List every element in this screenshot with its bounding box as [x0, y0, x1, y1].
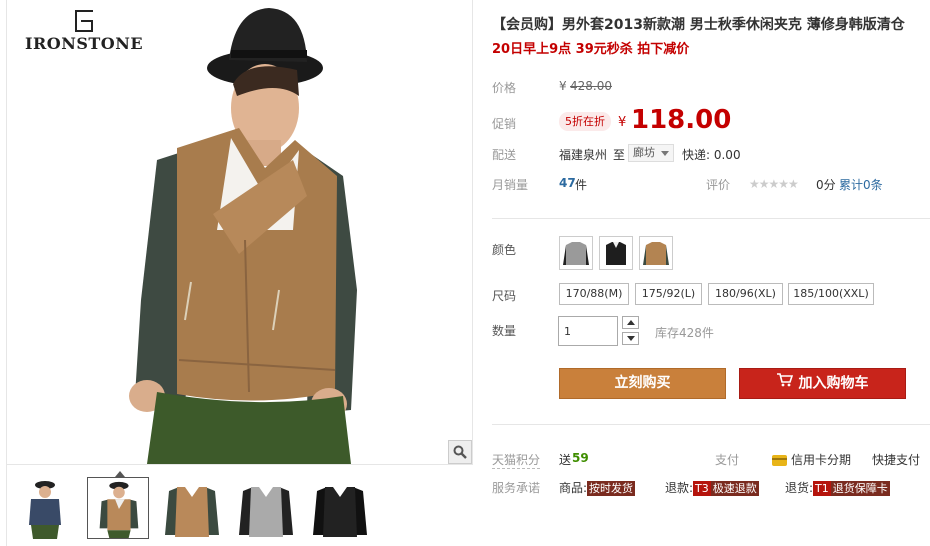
divider	[492, 424, 930, 425]
monthly-sales-count: 47	[559, 176, 576, 190]
cart-icon	[776, 369, 793, 398]
magnifier-icon	[453, 445, 467, 459]
brand-mark-icon	[75, 10, 93, 32]
product-gallery: IRONSTONE	[6, 0, 473, 546]
khaki-jacket-icon	[643, 242, 669, 265]
service-promise-label: 服务承诺	[492, 481, 541, 495]
color-label: 颜色	[492, 243, 517, 257]
thumbnail-4[interactable]	[235, 477, 297, 539]
quantity-increase-button[interactable]	[622, 316, 639, 329]
buy-now-label: 立刻购买	[614, 375, 671, 391]
promo-currency: ¥	[618, 115, 627, 130]
black-jacket-icon	[606, 242, 626, 265]
review-score: 0分	[816, 178, 836, 192]
promo-price: 118.00	[631, 105, 732, 135]
size-option-xxl[interactable]: 185/100(XXL)	[788, 283, 874, 305]
thumbnail-2[interactable]	[87, 471, 149, 539]
quantity-decrease-button[interactable]	[622, 332, 639, 345]
review-total-link[interactable]: 累计0条	[839, 176, 883, 193]
thumbnail-image	[165, 487, 219, 537]
original-price: 428.00	[570, 79, 612, 93]
original-currency: ¥	[559, 79, 567, 93]
monthly-sales-unit: 件	[575, 178, 588, 192]
points-value: 59	[572, 451, 589, 465]
shipping-to: 至	[613, 148, 626, 162]
review-label: 评价	[706, 178, 731, 192]
thumbnail-5[interactable]	[309, 477, 371, 539]
service-goods: 商品: 按时发货	[559, 479, 636, 496]
color-option-gray[interactable]	[559, 236, 593, 270]
size-option-l[interactable]: 175/92(L)	[635, 283, 702, 305]
promo-price-label: 促销	[492, 117, 517, 131]
stock-count: 库存428件	[655, 326, 714, 340]
credit-installment-label: 信用卡分期	[791, 453, 852, 467]
thumbnail-1[interactable]	[13, 477, 75, 539]
buy-now-button[interactable]: 立刻购买	[559, 368, 726, 399]
service-refund: 退款: T3 极速退款	[665, 479, 759, 496]
add-to-cart-label: 加入购物车	[798, 375, 869, 392]
quantity-input[interactable]	[558, 316, 618, 346]
thumbnail-3[interactable]	[161, 477, 223, 539]
thumbnail-image	[29, 481, 61, 539]
active-thumb-caret	[115, 471, 125, 477]
size-option-xl[interactable]: 180/96(XL)	[708, 283, 783, 305]
gray-jacket-icon	[563, 242, 589, 265]
main-product-photo[interactable]: IRONSTONE	[7, 0, 473, 464]
rating-stars-icon: ★★★★★	[749, 177, 799, 191]
model-illustration	[129, 8, 357, 464]
monthly-sales-label: 月销量	[492, 178, 529, 192]
shipping-origin: 福建泉州	[559, 148, 608, 162]
thumbnail-image	[313, 487, 367, 537]
thumbnail-image	[239, 487, 293, 537]
chevron-down-icon	[661, 151, 669, 156]
return-label: 退货:	[785, 481, 814, 495]
credit-card-icon	[772, 455, 787, 466]
promo-tag: 5折在折	[559, 112, 611, 131]
destination-value: 廊坊	[633, 146, 655, 159]
color-option-black[interactable]	[599, 236, 633, 270]
thumbnail-strip	[7, 464, 473, 546]
destination-select[interactable]: 廊坊	[628, 144, 674, 162]
size-label: 尺码	[492, 289, 517, 303]
chevron-down-icon	[626, 336, 635, 341]
brand-logo: IRONSTONE	[19, 10, 149, 53]
product-title: 【会员购】男外套2013新款潮 男士秋季休闲夹克 薄修身韩版清仓	[492, 17, 905, 33]
payment-label: 支付	[715, 453, 740, 467]
return-badge[interactable]: 退货保障卡	[830, 481, 890, 496]
brand-name: IRONSTONE	[24, 34, 144, 53]
points-label[interactable]: 天猫积分	[492, 451, 541, 469]
zoom-button[interactable]	[448, 440, 472, 464]
quantity-label: 数量	[492, 324, 517, 338]
shipping-label: 配送	[492, 148, 517, 162]
service-return: 退货: T1 退货保障卡	[785, 479, 890, 496]
quick-pay[interactable]: 快捷支付	[872, 451, 920, 468]
chevron-up-icon	[626, 320, 635, 325]
size-option-m[interactable]: 170/88(M)	[559, 283, 629, 305]
goods-label: 商品:	[559, 481, 588, 495]
add-to-cart-button[interactable]: 加入购物车	[739, 368, 906, 399]
credit-installment[interactable]: 信用卡分期	[772, 451, 851, 468]
express-fee: 快递: 0.00	[682, 148, 741, 162]
original-price-label: 价格	[492, 81, 517, 95]
product-details: 【会员购】男外套2013新款潮 男士秋季休闲夹克 薄修身韩版清仓 20日早上9点…	[492, 0, 930, 546]
refund-code-badge: T3	[693, 481, 711, 496]
points-prefix: 送	[559, 453, 572, 467]
color-option-khaki[interactable]	[639, 236, 673, 270]
return-code-badge: T1	[813, 481, 831, 496]
goods-badge[interactable]: 按时发货	[587, 481, 636, 496]
thumbnail-image	[99, 481, 139, 538]
divider	[492, 218, 930, 219]
product-subtitle: 20日早上9点 39元秒杀 拍下减价	[492, 42, 690, 57]
refund-badge[interactable]: 极速退款	[710, 481, 759, 496]
refund-label: 退款:	[665, 481, 694, 495]
